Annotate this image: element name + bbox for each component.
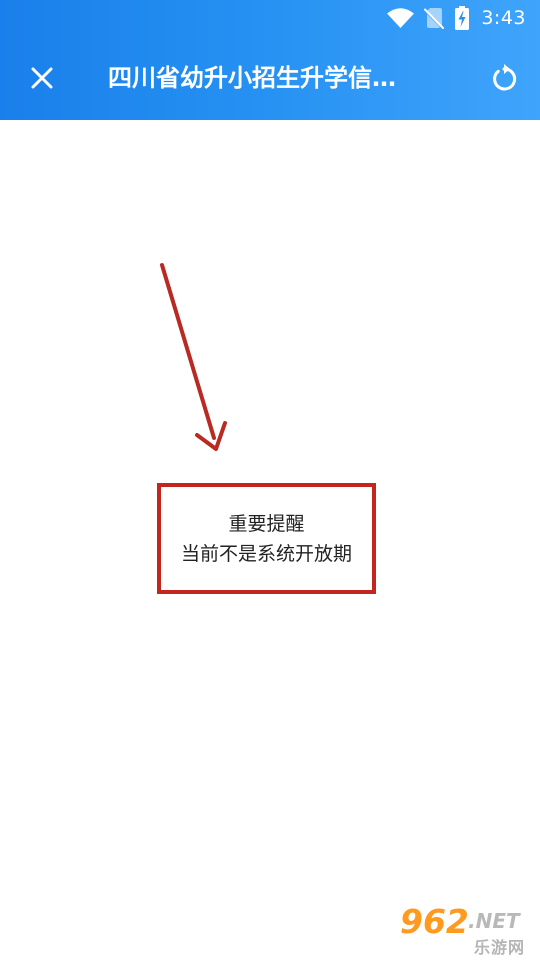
notice-message: 当前不是系统开放期: [180, 542, 352, 565]
notice-title: 重要提醒: [228, 512, 305, 535]
app-bar: 四川省幼升小招生升学信…: [0, 36, 540, 120]
watermark-suffix: .NET: [468, 909, 520, 933]
close-button[interactable]: [14, 50, 70, 106]
watermark-logo: 962 .NET 乐游网: [400, 902, 532, 958]
refresh-button[interactable]: [476, 50, 532, 106]
notice-box: 重要提醒 当前不是系统开放期: [157, 483, 376, 594]
arrow-pointer-icon: [160, 263, 227, 451]
top-bar: 3:43 四川省幼升小招生升学信…: [0, 0, 540, 120]
close-icon: [31, 67, 53, 89]
watermark-main: 962: [400, 902, 469, 941]
battery-charging-icon: [455, 6, 470, 30]
page-title: 四川省幼升小招生升学信…: [108, 64, 396, 92]
status-bar: 3:43: [0, 0, 540, 36]
web-content: 重要提醒 当前不是系统开放期 962 .NET 乐游网: [0, 120, 540, 960]
watermark-sub: 乐游网: [474, 938, 526, 957]
refresh-icon: [493, 64, 517, 91]
app-screen: 3:43 四川省幼升小招生升学信… 重要提醒 当前不是系统开放期 962 .NE…: [0, 0, 540, 960]
no-sim-icon: [424, 7, 445, 29]
status-time: 3:43: [481, 7, 526, 29]
wifi-icon: [387, 8, 415, 28]
status-icons: 3:43: [387, 5, 526, 31]
